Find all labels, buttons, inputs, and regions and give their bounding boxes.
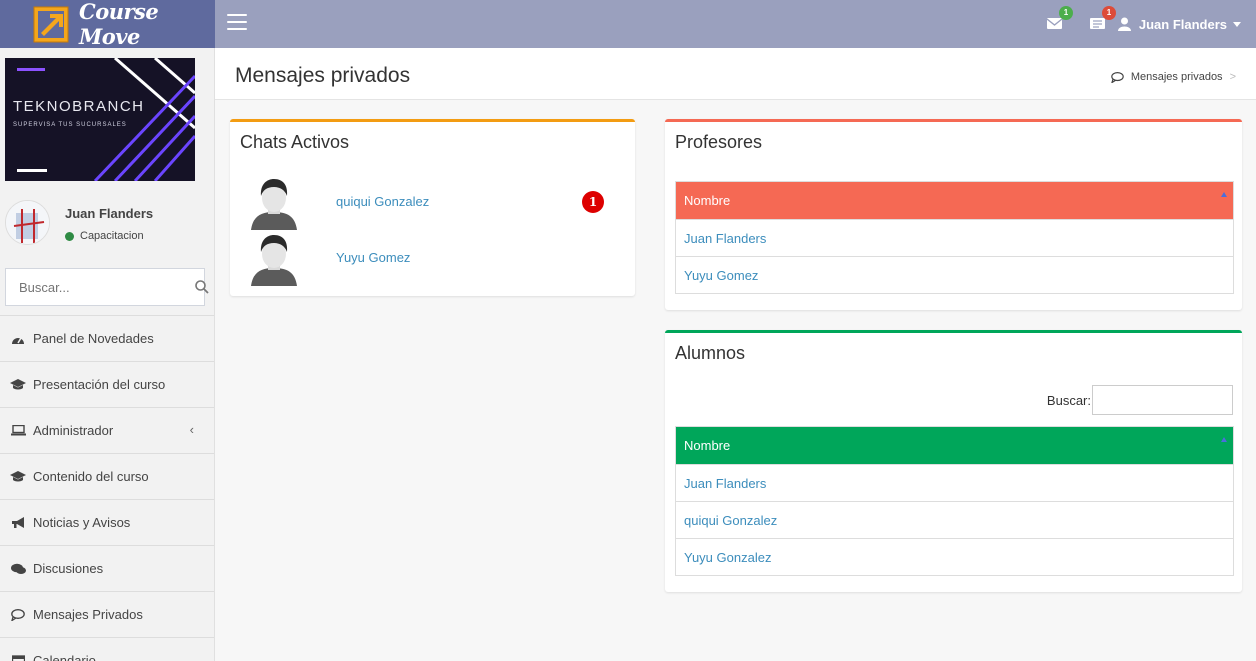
comment-icon [1111, 71, 1124, 83]
page-title: Mensajes privados [235, 64, 411, 87]
table-row[interactable]: quiqui Gonzalez [676, 501, 1233, 538]
alumnos-table: Nombre Juan Flanders quiqui Gonzalez Yuy… [675, 426, 1234, 576]
alumnos-box: Alumnos Buscar: Nombre Juan Flanders qui… [665, 330, 1242, 592]
calendar-icon [10, 654, 26, 661]
user-dropdown[interactable]: Juan Flanders [1117, 0, 1241, 48]
comment-icon [10, 608, 26, 622]
alumnos-title: Alumnos [675, 343, 746, 363]
sidebar-item-noticias[interactable]: Noticias y Avisos [0, 499, 214, 545]
sidebar-search [5, 268, 209, 306]
top-navbar: 1 1 Juan Flanders [215, 0, 1256, 48]
chats-activos-box: Chats Activos quiqui Gonzalez 1 Yuyu Gom… [230, 119, 635, 296]
sort-asc-icon [1221, 437, 1227, 442]
sidebar-item-mensajes-privados[interactable]: Mensajes Privados [0, 591, 214, 637]
chat-row[interactable]: quiqui Gonzalez 1 [247, 176, 627, 232]
logo-text: Course Move [79, 0, 159, 49]
caret-down-icon [1233, 21, 1241, 27]
online-status-icon [65, 231, 74, 241]
comments-icon [10, 562, 26, 576]
table-row[interactable]: Juan Flanders [676, 219, 1233, 256]
sidebar-search-input[interactable] [6, 269, 195, 305]
user-panel: Juan Flanders Capacitacion [5, 200, 210, 250]
table-row[interactable]: Juan Flanders [676, 464, 1233, 501]
alumnos-search-input[interactable] [1092, 385, 1233, 415]
messages-envelope-icon[interactable]: 1 [1046, 6, 1073, 32]
chevron-left-icon: ‹ [189, 422, 194, 437]
bullhorn-icon [10, 516, 26, 530]
avatar [5, 200, 50, 245]
sidebar-item-contenido[interactable]: Contenido del curso [0, 453, 214, 499]
sidebar-item-presentacion[interactable]: Presentación del curso [0, 361, 214, 407]
nombre-column-header[interactable]: Nombre [676, 427, 1233, 464]
sidebar-item-calendario[interactable]: Calendario [0, 637, 214, 661]
content-header: Mensajes privados Mensajes privados > [215, 48, 1256, 100]
chat-contact-name[interactable]: Yuyu Gomez [336, 250, 410, 265]
sidebar-item-administrador[interactable]: Administrador ‹ [0, 407, 214, 453]
banner-title: TEKNOBRANCH [13, 98, 145, 115]
sidebar-item-discusiones[interactable]: Discusiones [0, 545, 214, 591]
graduation-cap-icon [10, 470, 26, 484]
logo-arrow-icon [32, 4, 72, 44]
sidebar-user-name: Juan Flanders [65, 206, 154, 221]
alumnos-filter: Buscar: [1047, 385, 1233, 415]
table-row[interactable]: Yuyu Gomez [676, 256, 1233, 293]
sort-asc-icon [1221, 192, 1227, 197]
profesores-title: Profesores [675, 132, 763, 152]
default-user-avatar-icon [247, 232, 301, 286]
messages-badge: 1 [1059, 6, 1073, 20]
user-icon [1117, 17, 1131, 31]
sidebar-toggle-icon[interactable] [227, 14, 247, 32]
notifications-list-icon[interactable]: 1 [1090, 6, 1116, 32]
dashboard-icon [10, 332, 26, 346]
profesores-table: Nombre Juan Flanders Yuyu Gomez [675, 181, 1234, 294]
notifications-badge: 1 [1102, 6, 1116, 20]
laptop-icon [10, 424, 26, 438]
breadcrumb-separator: > [1229, 71, 1236, 83]
sidebar: TEKNOBRANCH SUPERVISA TUS SUCURSALES Jua… [0, 48, 215, 661]
alumnos-search-label: Buscar: [1046, 392, 1091, 408]
graduation-cap-icon [10, 378, 26, 392]
nombre-column-header[interactable]: Nombre [676, 182, 1233, 219]
user-status: Capacitacion [65, 230, 144, 242]
profesores-box: Profesores Nombre Juan Flanders Yuyu Gom… [665, 119, 1242, 310]
breadcrumb-link[interactable]: Mensajes privados [1131, 71, 1223, 83]
default-user-avatar-icon [247, 176, 301, 230]
table-row[interactable]: Yuyu Gonzalez [676, 538, 1233, 575]
banner-subtitle: SUPERVISA TUS SUCURSALES [13, 122, 127, 128]
logo[interactable]: Course Move [0, 0, 215, 49]
sidebar-item-panel-novedades[interactable]: Panel de Novedades [0, 315, 214, 361]
chats-activos-title: Chats Activos [240, 132, 350, 152]
unread-count-badge: 1 [582, 191, 604, 213]
chat-contact-name[interactable]: quiqui Gonzalez [336, 194, 429, 209]
chat-row[interactable]: Yuyu Gomez [247, 232, 627, 288]
breadcrumb: Mensajes privados > [1111, 71, 1236, 83]
sidebar-menu: Panel de Novedades Presentación del curs… [0, 315, 214, 661]
header-user-name: Juan Flanders [1138, 16, 1227, 32]
sidebar-banner: TEKNOBRANCH SUPERVISA TUS SUCURSALES [5, 58, 195, 181]
search-icon[interactable] [195, 269, 209, 305]
